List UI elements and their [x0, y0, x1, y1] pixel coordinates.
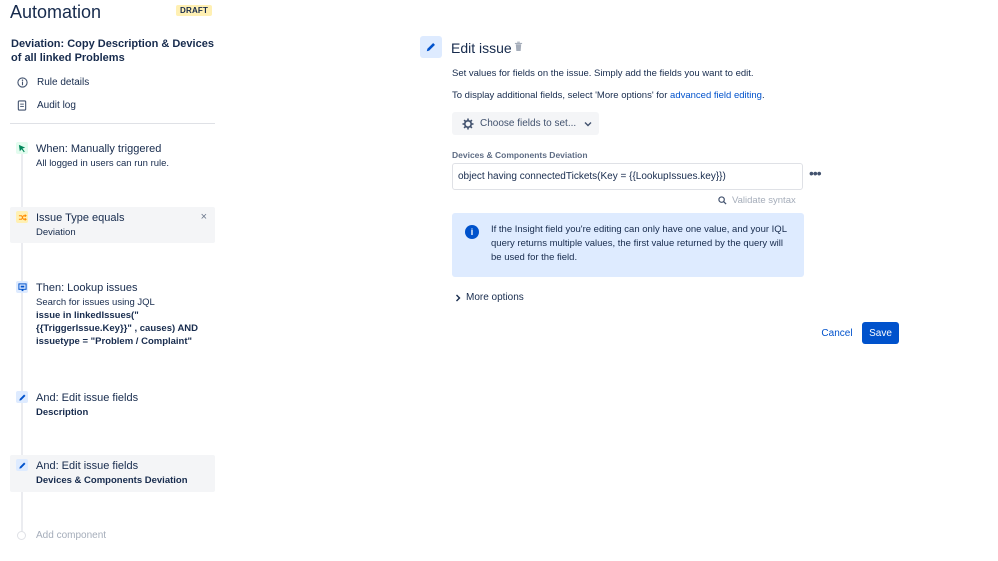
- nav-label: Rule details: [37, 76, 90, 88]
- shuffle-icon: [16, 211, 28, 223]
- choose-fields-label: Choose fields to set...: [480, 118, 577, 129]
- jql-line: issuetype = "Problem / Complaint": [36, 336, 193, 347]
- component-subtitle: Search for issues using JQL: [36, 297, 155, 308]
- component-subtitle: Devices & Components Deviation: [36, 475, 188, 486]
- page-title: Edit issue: [451, 40, 512, 56]
- validate-syntax-label: Validate syntax: [732, 195, 796, 206]
- validate-syntax-button[interactable]: Validate syntax: [718, 195, 796, 206]
- component-title: And: Edit issue fields: [36, 460, 139, 472]
- document-icon: [16, 99, 28, 111]
- component-edit-devices[interactable]: And: Edit issue fields Devices & Compone…: [10, 455, 215, 492]
- more-options-label: More options: [466, 292, 524, 303]
- devices-components-field[interactable]: [452, 163, 803, 190]
- choose-fields-button[interactable]: Choose fields to set...: [452, 112, 599, 135]
- save-button[interactable]: Save: [862, 322, 899, 344]
- cancel-button[interactable]: Cancel: [818, 322, 856, 344]
- add-component-label: Add component: [36, 530, 107, 541]
- nav-audit-log[interactable]: Audit log: [16, 97, 76, 113]
- draft-badge: DRAFT: [176, 5, 213, 16]
- description-text: Set values for fields on the issue. Simp…: [452, 68, 754, 79]
- search-icon: [718, 196, 727, 205]
- nav-rule-details[interactable]: Rule details: [16, 74, 89, 90]
- pencil-icon: [16, 391, 28, 403]
- component-edit-description[interactable]: And: Edit issue fields Description: [10, 387, 215, 423]
- trigger-cursor-icon: [16, 142, 28, 154]
- info-text: If the Insight field you're editing can …: [491, 224, 787, 263]
- component-title: Then: Lookup issues: [36, 282, 138, 294]
- description-text-2: To display additional fields, select 'Mo…: [452, 90, 765, 101]
- close-icon[interactable]: ×: [201, 211, 207, 223]
- component-title: And: Edit issue fields: [36, 392, 139, 404]
- component-condition[interactable]: Issue Type equals Deviation ×: [10, 207, 215, 243]
- component-title: When: Manually triggered: [36, 143, 162, 155]
- component-lookup[interactable]: Then: Lookup issues Search for issues us…: [10, 277, 215, 352]
- description-suffix: .: [761, 90, 765, 101]
- add-dot-icon: [17, 531, 26, 540]
- jql-line: {{TriggerIssue.Key}}" , causes) AND: [36, 323, 199, 334]
- pencil-icon: [16, 459, 28, 471]
- component-subtitle: Deviation: [36, 227, 76, 238]
- nav-label: Audit log: [37, 99, 76, 111]
- component-subtitle: Description: [36, 407, 89, 418]
- field-label: Devices & Components Deviation: [452, 150, 588, 160]
- info-icon: i: [465, 225, 479, 239]
- component-title: Issue Type equals: [36, 212, 125, 224]
- divider: [10, 123, 215, 124]
- info-panel: i If the Insight field you're editing ca…: [452, 213, 804, 277]
- chevron-right-icon: [455, 294, 461, 302]
- more-options-toggle[interactable]: More options: [455, 292, 524, 303]
- component-trigger[interactable]: When: Manually triggered All logged in u…: [10, 138, 215, 174]
- info-icon: [16, 76, 28, 88]
- app-title: Automation: [10, 2, 102, 22]
- rule-name[interactable]: Deviation: Copy Description & Devices of…: [11, 37, 216, 65]
- lookup-icon: [16, 281, 28, 293]
- component-subtitle: All logged in users can run rule.: [36, 158, 170, 169]
- sidebar: Automation DRAFT Deviation: Copy Descrip…: [0, 0, 225, 561]
- chevron-down-icon: [584, 121, 592, 127]
- add-component-button[interactable]: Add component: [17, 530, 106, 541]
- more-actions-icon[interactable]: •••: [809, 166, 822, 180]
- description-prefix: To display additional fields, select 'Mo…: [452, 90, 671, 101]
- advanced-field-editing-link[interactable]: advanced field editing: [670, 90, 762, 101]
- trash-icon[interactable]: [514, 41, 524, 53]
- jql-line: issue in linkedIssues(": [36, 310, 139, 321]
- pencil-icon: [420, 36, 442, 58]
- gear-icon: [462, 118, 474, 130]
